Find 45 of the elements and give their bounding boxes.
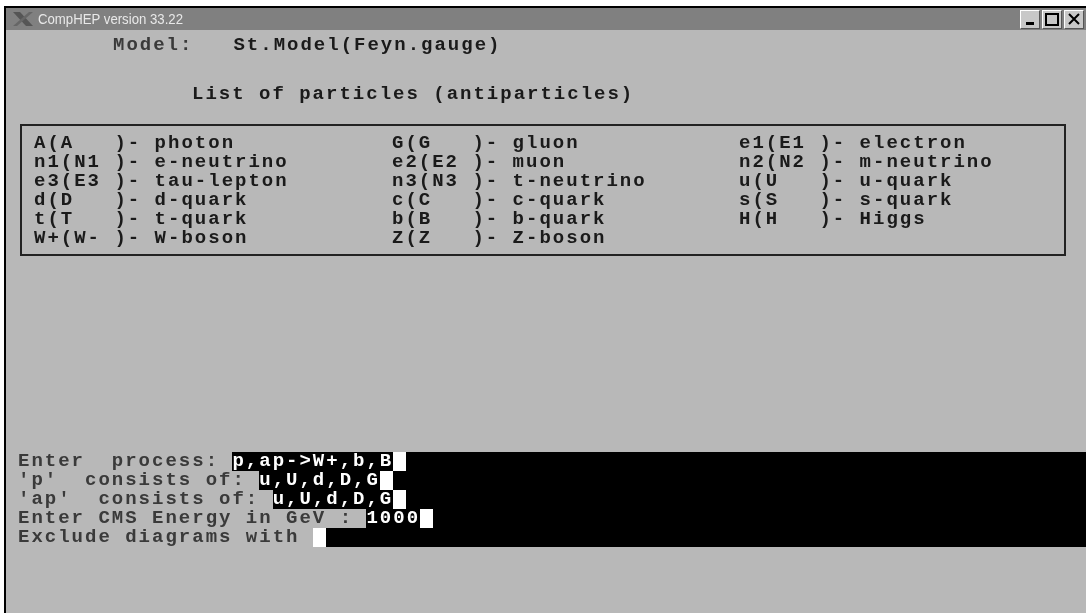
text-cursor-icon	[393, 452, 407, 471]
particle-entry: t(T )- t-quark	[34, 210, 250, 229]
input-value: u,U,d,D,G	[259, 471, 380, 490]
particle-entry: H(H )- Higgs	[739, 210, 927, 229]
particle-entry: W+(W- )- W-boson	[34, 229, 250, 248]
particle-entry: A(A )- photon	[34, 134, 237, 153]
input-value: u,U,d,D,G	[272, 490, 394, 509]
maximize-button[interactable]	[1042, 9, 1062, 29]
particle-entry: G(G )- gluon	[392, 134, 581, 153]
window-title: CompHEP version 33.22	[38, 8, 184, 29]
particle-entry: d(D )- d-quark	[34, 191, 249, 210]
particle-entry: e3(E3 )- tau-lepton	[34, 172, 290, 191]
text-cursor-icon	[379, 471, 393, 490]
minimize-button[interactable]	[1020, 9, 1040, 29]
prompt-label: Enter CMS Energy in GeV :	[18, 509, 355, 528]
input-field[interactable]: 1000	[366, 509, 1086, 528]
input-field[interactable]	[312, 528, 1086, 547]
particle-entry: n1(N1 )- e-neutrino	[34, 153, 290, 172]
particle-entry: u(U )- u-quark	[739, 172, 955, 191]
model-name: St.Model(Feyn.gauge)	[233, 36, 502, 55]
particle-entry: c(C )- c-quark	[392, 191, 608, 210]
x-logo-icon	[12, 11, 34, 27]
input-value: 1000	[366, 509, 421, 528]
close-button[interactable]	[1064, 9, 1084, 29]
input-field[interactable]: p,ap->W+,b,B	[232, 452, 1086, 471]
text-cursor-icon	[420, 509, 434, 528]
text-cursor-icon	[312, 528, 326, 547]
particle-entry: b(B )- b-quark	[392, 210, 608, 229]
prompt-label: Exclude diagrams with	[18, 528, 301, 547]
particle-entry: n2(N2 )- m-neutrino	[739, 153, 995, 172]
prompt-label: Enter process:	[18, 452, 220, 471]
prompt-label: 'ap' consists of:	[18, 490, 261, 509]
minimize-icon	[1026, 22, 1034, 25]
particles-heading: List of particles (antiparticles)	[192, 85, 636, 104]
input-value: p,ap->W+,b,B	[232, 452, 394, 471]
particle-entry: n3(N3 )- t-neutrino	[392, 172, 648, 191]
particle-entry: s(S )- s-quark	[739, 191, 955, 210]
prompt-label: 'p' consists of:	[18, 471, 246, 490]
input-field[interactable]: u,U,d,D,G	[272, 490, 1086, 509]
particle-entry: Z(Z )- Z-boson	[392, 229, 608, 248]
particle-entry: e2(E2 )- muon	[392, 153, 567, 172]
text-cursor-icon	[393, 490, 407, 509]
model-label: Model:	[113, 36, 194, 55]
input-field[interactable]: u,U,d,D,G	[259, 471, 1086, 490]
particle-entry: e1(E1 )- electron	[739, 134, 968, 153]
